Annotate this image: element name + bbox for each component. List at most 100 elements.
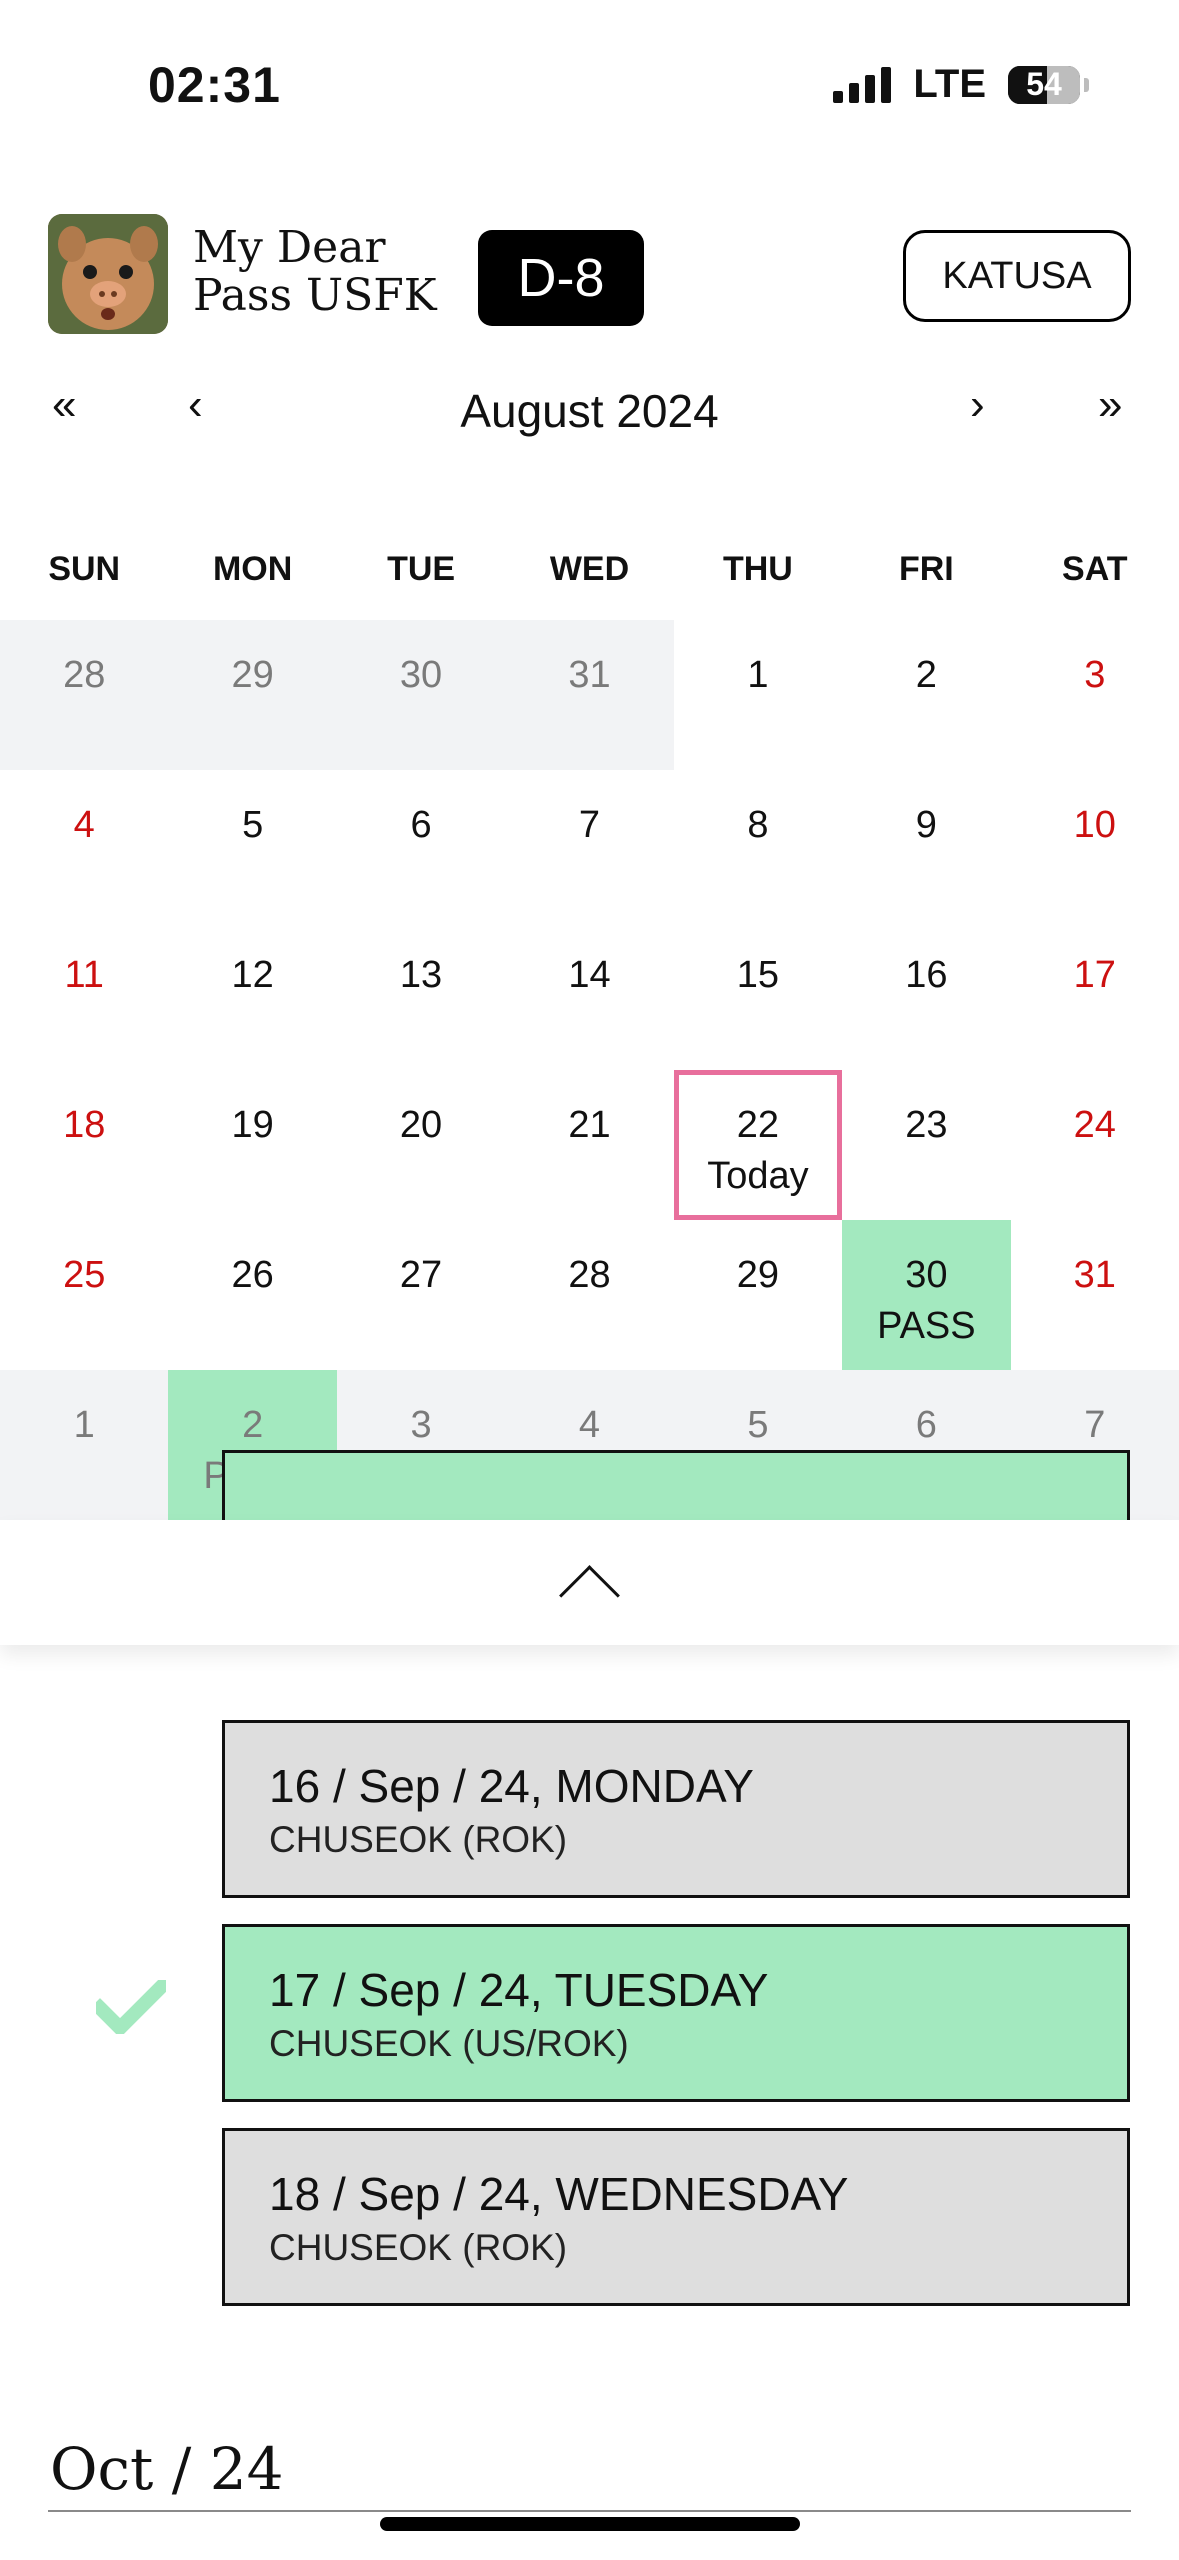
holiday-name: CHUSEOK (ROK) bbox=[269, 1819, 568, 1860]
calendar-day[interactable]: 31 bbox=[1011, 1220, 1179, 1370]
status-indicators: LTE 54 bbox=[833, 62, 1089, 107]
holiday-item[interactable]: 16 / Sep / 24, MONDAY CHUSEOK (ROK) bbox=[222, 1720, 1130, 1898]
weekday-header: SUN MON TUE WED THU FRI SAT bbox=[0, 550, 1179, 589]
calendar-day[interactable]: 24 bbox=[1011, 1070, 1179, 1220]
day-number: 4 bbox=[578, 1404, 601, 1446]
day-number: 2 bbox=[915, 654, 937, 696]
day-number: 7 bbox=[578, 804, 601, 846]
holiday-date: 17 / Sep / 24, TUESDAY bbox=[269, 1964, 769, 2016]
day-number: 11 bbox=[64, 954, 104, 996]
calendar-day[interactable]: 8 bbox=[674, 770, 842, 920]
weekday-label: SAT bbox=[1062, 550, 1128, 588]
calendar-day[interactable]: 29 bbox=[674, 1220, 842, 1370]
holiday-date: 16 / Sep / 24, MONDAY bbox=[269, 1760, 754, 1812]
pig-avatar-icon bbox=[48, 214, 168, 334]
calendar-grid: 28 29 30 31 1 2 3 4 5 6 7 8 9 10 11 12 13 14 15 16 17 18 19 20 2… bbox=[0, 620, 1179, 1520]
calendar-day[interactable]: 15 bbox=[674, 920, 842, 1070]
calendar-day[interactable]: 1 bbox=[674, 620, 842, 770]
day-number: 18 bbox=[63, 1104, 106, 1146]
calendar-day[interactable]: 3 bbox=[1011, 620, 1179, 770]
day-number: 1 bbox=[73, 1404, 95, 1446]
month-label: August 2024 bbox=[460, 385, 719, 437]
calendar-day[interactable]: 11 bbox=[0, 920, 168, 1070]
today-label: Today bbox=[707, 1155, 809, 1197]
day-number: 26 bbox=[231, 1254, 274, 1296]
home-indicator[interactable] bbox=[380, 2517, 800, 2531]
calendar-day[interactable]: 26 bbox=[168, 1220, 336, 1370]
weekday-label: THU bbox=[722, 550, 793, 588]
battery-icon: 54 bbox=[1008, 65, 1080, 104]
section-title: Oct / 24 bbox=[50, 2435, 284, 2503]
weekday-label: MON bbox=[212, 550, 293, 588]
day-number: 30 bbox=[399, 654, 443, 696]
calendar-day[interactable]: 5 bbox=[168, 770, 336, 920]
calendar-day[interactable]: 30 bbox=[336, 620, 506, 770]
katusa-button[interactable]: KATUSA bbox=[903, 230, 1131, 322]
day-number: 10 bbox=[1073, 804, 1116, 846]
calendar-day[interactable]: 17 bbox=[1011, 920, 1179, 1070]
calendar-day[interactable]: 14 bbox=[505, 920, 673, 1070]
day-number: 25 bbox=[63, 1254, 106, 1296]
checkmark-icon[interactable] bbox=[96, 1980, 166, 2034]
day-number: 29 bbox=[231, 654, 274, 696]
day-number: 6 bbox=[915, 1404, 937, 1446]
day-number: 27 bbox=[399, 1254, 443, 1296]
weekday-label: FRI bbox=[898, 550, 954, 588]
calendar-day[interactable]: 29 bbox=[168, 620, 337, 770]
day-number: 19 bbox=[231, 1104, 274, 1146]
pass-label: PASS bbox=[877, 1305, 976, 1347]
day-number: 28 bbox=[568, 1254, 611, 1296]
collapse-calendar-button[interactable] bbox=[0, 1520, 1179, 1645]
calendar-day-today[interactable]: 22 Today bbox=[673, 1070, 843, 1220]
day-number: 17 bbox=[1073, 954, 1116, 996]
calendar-day[interactable]: 13 bbox=[337, 920, 505, 1070]
calendar-day[interactable]: 12 bbox=[168, 920, 336, 1070]
day-number: 30 bbox=[905, 1254, 948, 1296]
day-number: 21 bbox=[568, 1104, 611, 1146]
holiday-item[interactable]: 18 / Sep / 24, WEDNESDAY CHUSEOK (ROK) bbox=[222, 2128, 1130, 2306]
calendar-day[interactable]: 23 bbox=[842, 1070, 1010, 1220]
calendar-day[interactable]: 7 bbox=[505, 770, 673, 920]
next-year-button[interactable]: » bbox=[1098, 380, 1122, 430]
calendar-day[interactable]: 31 bbox=[505, 620, 674, 770]
day-number: 12 bbox=[231, 954, 274, 996]
app-title-line2: Pass USFK bbox=[193, 270, 437, 321]
network-label: LTE bbox=[913, 62, 986, 106]
section-divider bbox=[48, 2510, 1131, 2512]
calendar-day[interactable]: 1 bbox=[0, 1370, 169, 1520]
app-title-line1: My Dear bbox=[193, 222, 386, 273]
day-number: 3 bbox=[1084, 654, 1106, 696]
calendar-day[interactable]: 18 bbox=[0, 1070, 168, 1220]
calendar-day[interactable]: 28 bbox=[0, 620, 169, 770]
calendar-day[interactable]: 19 bbox=[168, 1070, 336, 1220]
day-number: 14 bbox=[568, 954, 611, 996]
weekday-label: TUE bbox=[387, 550, 456, 588]
signal-icon bbox=[833, 66, 892, 103]
calendar-day[interactable]: 30 PASS bbox=[842, 1220, 1011, 1370]
calendar-day[interactable]: 16 bbox=[842, 920, 1010, 1070]
calendar-day[interactable]: 27 bbox=[337, 1220, 505, 1370]
day-number: 5 bbox=[747, 1404, 769, 1446]
day-number: 8 bbox=[747, 804, 769, 846]
day-number: 28 bbox=[63, 654, 106, 696]
calendar-day[interactable]: 4 bbox=[0, 770, 168, 920]
battery-cap bbox=[1084, 77, 1089, 92]
calendar-day[interactable]: 28 bbox=[505, 1220, 673, 1370]
day-number: 15 bbox=[736, 954, 780, 996]
calendar-day[interactable]: 9 bbox=[842, 770, 1010, 920]
holiday-item[interactable]: 17 / Sep / 24, TUESDAY CHUSEOK (US/ROK) bbox=[222, 1924, 1130, 2102]
holiday-date: 18 / Sep / 24, WEDNESDAY bbox=[269, 2168, 849, 2220]
status-time: 02:31 bbox=[148, 57, 281, 113]
calendar-day[interactable]: 6 bbox=[337, 770, 505, 920]
calendar-day[interactable]: 10 bbox=[1011, 770, 1179, 920]
day-number: 1 bbox=[747, 654, 769, 696]
calendar-day[interactable]: 21 bbox=[505, 1070, 673, 1220]
day-number: 4 bbox=[73, 804, 95, 846]
day-number: 22 bbox=[736, 1104, 780, 1146]
next-month-button[interactable]: › bbox=[970, 380, 985, 430]
calendar-day[interactable]: 20 bbox=[337, 1070, 505, 1220]
calendar-day[interactable]: 25 bbox=[0, 1220, 168, 1370]
holiday-name: CHUSEOK (ROK) bbox=[269, 2227, 568, 2268]
calendar-day[interactable]: 2 bbox=[842, 620, 1010, 770]
holiday-list: 16 / Sep / 24, MONDAY CHUSEOK (ROK) 17 /… bbox=[0, 1450, 1179, 2560]
